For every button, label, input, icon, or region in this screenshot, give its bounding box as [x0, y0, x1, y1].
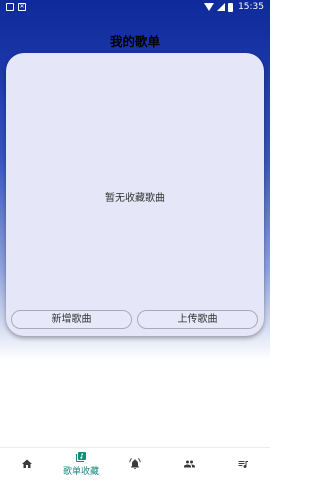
- people-icon: [183, 458, 196, 470]
- playlist-collect-icon: [75, 451, 87, 463]
- bottom-navigation: 歌单收藏: [0, 448, 270, 480]
- page-title: 我的歌单: [109, 34, 160, 49]
- nav-item-people[interactable]: [162, 448, 216, 480]
- status-time: 15:35: [238, 2, 264, 12]
- nav-item-alarm[interactable]: [108, 448, 162, 480]
- nav-label-playlist-collect: 歌单收藏: [62, 467, 99, 477]
- upload-song-button[interactable]: 上传歌曲: [137, 310, 258, 329]
- notification-icon: ✕: [18, 3, 26, 11]
- battery-icon: [228, 2, 234, 12]
- nav-item-playlist-collect[interactable]: 歌单收藏: [54, 448, 108, 480]
- gallery-icon: [6, 3, 14, 11]
- status-bar: ✕ 15:35: [0, 0, 270, 14]
- playlist-card: 暂无收藏歌曲 新增歌曲 上传歌曲: [6, 53, 264, 336]
- nav-item-home[interactable]: [0, 448, 54, 480]
- nav-item-queue[interactable]: [216, 448, 270, 480]
- alarm-bell-icon: [129, 458, 141, 470]
- empty-message: 暂无收藏歌曲: [105, 193, 165, 204]
- queue-music-icon: [237, 458, 249, 470]
- add-song-button[interactable]: 新增歌曲: [11, 310, 132, 329]
- signal-icon: [217, 3, 226, 11]
- wifi-icon: [204, 3, 215, 11]
- home-icon: [21, 458, 33, 470]
